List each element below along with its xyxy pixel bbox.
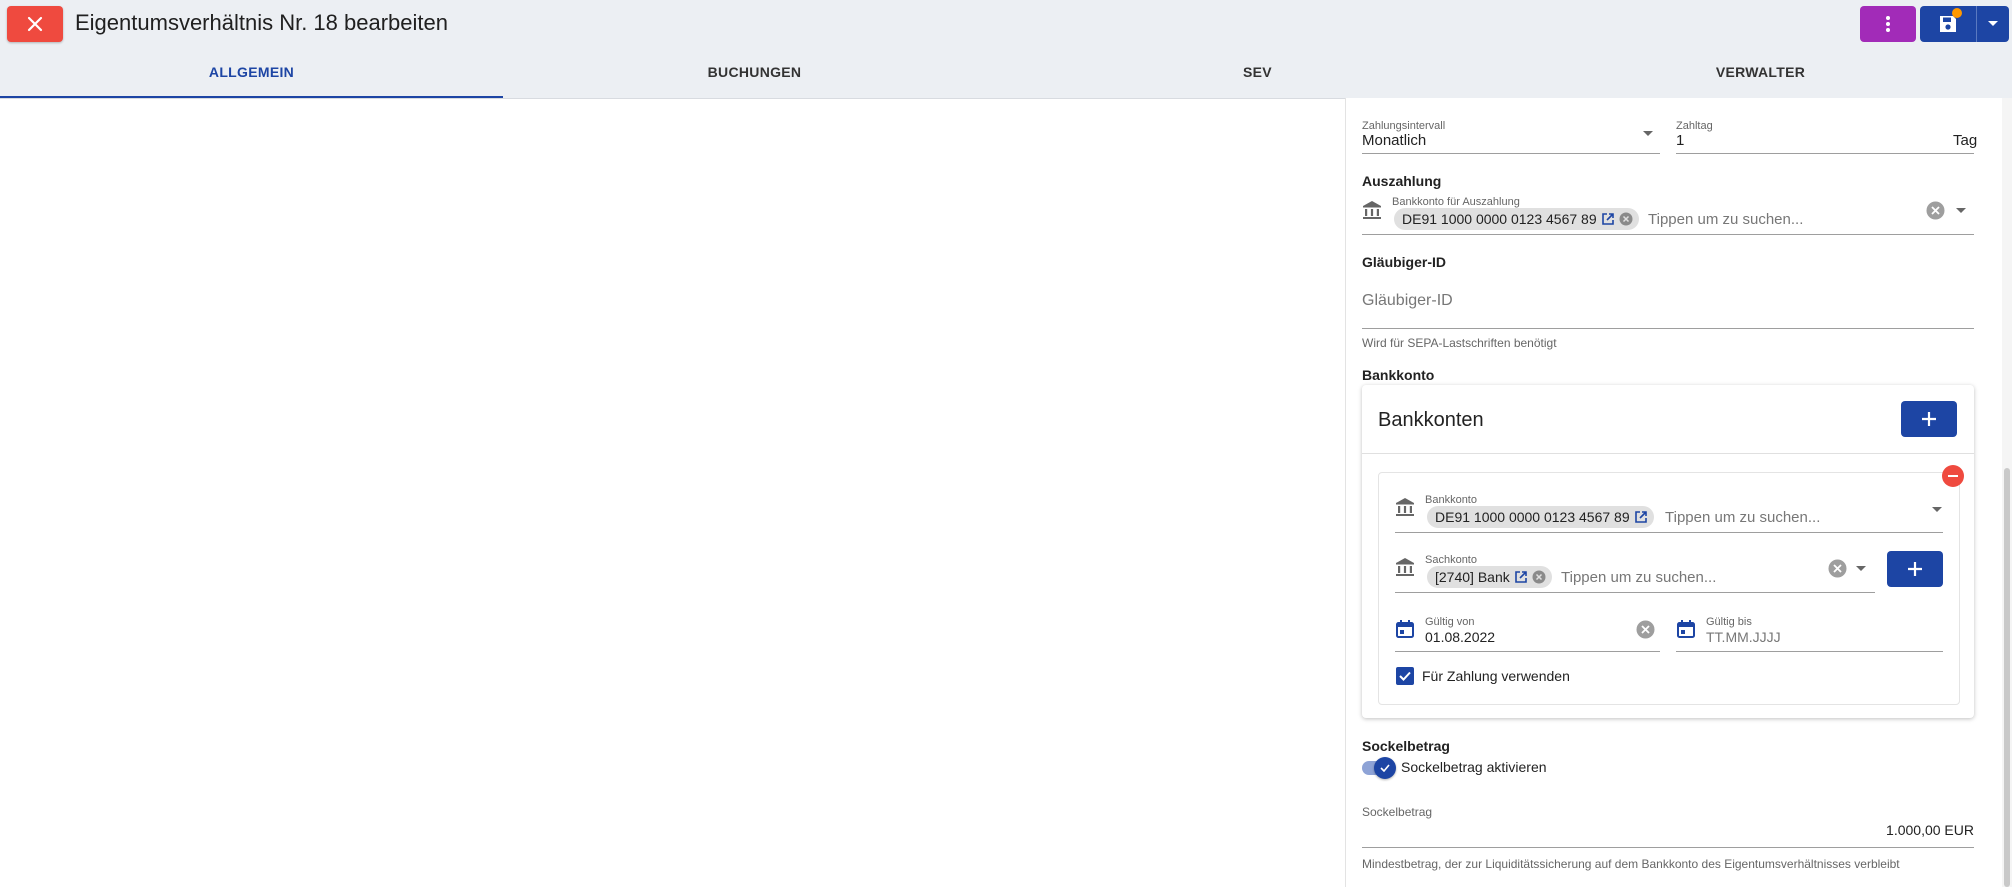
bank-icon — [1363, 201, 1381, 219]
plus-icon — [1922, 412, 1936, 426]
scrollbar[interactable] — [2002, 98, 2012, 887]
more-vert-icon — [1886, 16, 1890, 32]
add-sachkonto-button[interactable] — [1887, 551, 1943, 587]
sockelbetrag-underline — [1362, 847, 1974, 848]
gueltig-bis-label: Gültig bis — [1706, 616, 1752, 628]
plus-icon — [1908, 562, 1922, 576]
zahltag-suffix: Tag — [1953, 132, 1978, 149]
check-icon — [1399, 671, 1411, 681]
entry-bankkonto-underline — [1395, 532, 1943, 533]
clear-icon[interactable] — [1636, 620, 1655, 639]
close-icon — [27, 16, 43, 32]
chevron-down-icon[interactable] — [1643, 131, 1653, 137]
unsaved-indicator — [1952, 8, 1962, 18]
entry-bankkonto-label: Bankkonto — [1425, 494, 1477, 506]
bankkonten-title: Bankkonten — [1378, 409, 1484, 431]
minus-icon — [1948, 475, 1958, 477]
tab-bar: ALLGEMEIN BUCHUNGEN SEV VERWALTER — [0, 46, 2012, 99]
zahltag-label: Zahltag — [1676, 120, 1713, 132]
card-divider — [1362, 453, 1974, 454]
more-actions-button[interactable] — [1860, 6, 1916, 42]
sockelbetrag-hint: Mindestbetrag, der zur Liquiditätssicher… — [1362, 857, 1900, 871]
auszahlung-bank-chip[interactable]: DE91 1000 0000 0123 4567 89 — [1394, 208, 1639, 230]
chip-label: [2740] Bank — [1435, 569, 1510, 585]
fuer-zahlung-label: Für Zahlung verwenden — [1422, 668, 1570, 684]
open-in-new-icon[interactable] — [1601, 212, 1615, 226]
page-title: Eigentumsverhältnis Nr. 18 bearbeiten — [75, 10, 448, 35]
open-in-new-icon[interactable] — [1634, 510, 1648, 524]
check-icon — [1380, 764, 1390, 772]
chevron-down-icon[interactable] — [1932, 507, 1942, 513]
add-bankkonto-button[interactable] — [1901, 401, 1957, 437]
clear-icon[interactable] — [1828, 559, 1847, 578]
auszahlung-field-label: Bankkonto für Auszahlung — [1392, 196, 1520, 208]
gueltig-bis-underline — [1676, 651, 1943, 652]
bankkonto-heading: Bankkonto — [1362, 367, 1435, 383]
glaeubiger-id-input[interactable]: Gläubiger-ID — [1362, 292, 1453, 310]
bank-icon — [1396, 558, 1414, 576]
fuer-zahlung-checkbox[interactable] — [1396, 667, 1414, 685]
chip-label: DE91 1000 0000 0123 4567 89 — [1435, 509, 1630, 525]
open-in-new-icon[interactable] — [1514, 570, 1528, 584]
entry-sachkonto-search[interactable]: Tippen um zu suchen... — [1561, 569, 1716, 586]
gueltig-von-label: Gültig von — [1425, 616, 1475, 628]
remove-bankkonto-button[interactable] — [1942, 465, 1964, 487]
gueltig-bis-input[interactable]: TT.MM.JJJJ — [1706, 629, 1781, 645]
auszahlung-search-input[interactable]: Tippen um zu suchen... — [1648, 211, 1803, 228]
entry-sachkonto-label: Sachkonto — [1425, 554, 1477, 566]
tab-allgemein[interactable]: ALLGEMEIN — [0, 46, 503, 98]
gueltig-von-input[interactable]: 01.08.2022 — [1425, 629, 1495, 645]
glaeubiger-underline — [1362, 328, 1974, 329]
zahltag-input[interactable]: 1 — [1676, 132, 1684, 149]
sockelbetrag-heading: Sockelbetrag — [1362, 738, 1450, 754]
chevron-down-icon[interactable] — [1856, 566, 1866, 572]
sockelbetrag-input[interactable]: 1.000,00 EUR — [1860, 822, 1974, 838]
save-dropdown-button[interactable] — [1977, 6, 2009, 42]
glaeubiger-heading: Gläubiger-ID — [1362, 254, 1447, 270]
save-button-group — [1920, 6, 2009, 42]
entry-bankkonto-search[interactable]: Tippen um zu suchen... — [1665, 509, 1820, 526]
tab-verwalter[interactable]: VERWALTER — [1509, 46, 2012, 98]
close-button[interactable] — [7, 6, 63, 42]
sockelbetrag-field-label: Sockelbetrag — [1362, 805, 1433, 819]
auszahlung-underline — [1362, 234, 1974, 235]
save-button[interactable] — [1920, 6, 1976, 42]
zahlungsintervall-underline — [1362, 153, 1660, 154]
calendar-icon[interactable] — [1676, 619, 1696, 639]
glaeubiger-hint: Wird für SEPA-Lastschriften benötigt — [1362, 336, 1557, 350]
gueltig-von-underline — [1395, 651, 1660, 652]
tab-buchungen[interactable]: BUCHUNGEN — [503, 46, 1006, 98]
calendar-icon[interactable] — [1395, 619, 1415, 639]
chip-label: DE91 1000 0000 0123 4567 89 — [1402, 211, 1597, 227]
chevron-down-icon[interactable] — [1956, 208, 1966, 214]
zahltag-underline — [1676, 153, 1974, 154]
bank-icon — [1396, 498, 1414, 516]
zahlungsintervall-label: Zahlungsintervall — [1362, 120, 1446, 132]
bankkonto-entry: Bankkonto DE91 1000 0000 0123 4567 89 Ti… — [1378, 472, 1960, 705]
chip-remove-icon[interactable] — [1532, 570, 1546, 584]
scrollbar-thumb[interactable] — [2004, 468, 2010, 887]
entry-bankkonto-chip[interactable]: DE91 1000 0000 0123 4567 89 — [1427, 506, 1654, 528]
top-bar: Eigentumsverhältnis Nr. 18 bearbeiten — [0, 0, 2012, 46]
chip-remove-icon[interactable] — [1619, 212, 1633, 226]
clear-icon[interactable] — [1926, 201, 1945, 220]
sockelbetrag-toggle-knob[interactable] — [1374, 757, 1396, 779]
zahlungsintervall-select[interactable]: Monatlich — [1362, 132, 1426, 149]
bankkonten-card: Bankkonten Bankkonto DE91 1000 0000 0123… — [1362, 385, 1974, 718]
auszahlung-heading: Auszahlung — [1362, 173, 1442, 189]
arrow-drop-down-icon — [1988, 21, 1998, 26]
tab-sev[interactable]: SEV — [1006, 46, 1509, 98]
sockelbetrag-toggle-label: Sockelbetrag aktivieren — [1401, 759, 1547, 775]
entry-sachkonto-chip[interactable]: [2740] Bank — [1427, 566, 1552, 588]
entry-sachkonto-underline — [1395, 592, 1875, 593]
